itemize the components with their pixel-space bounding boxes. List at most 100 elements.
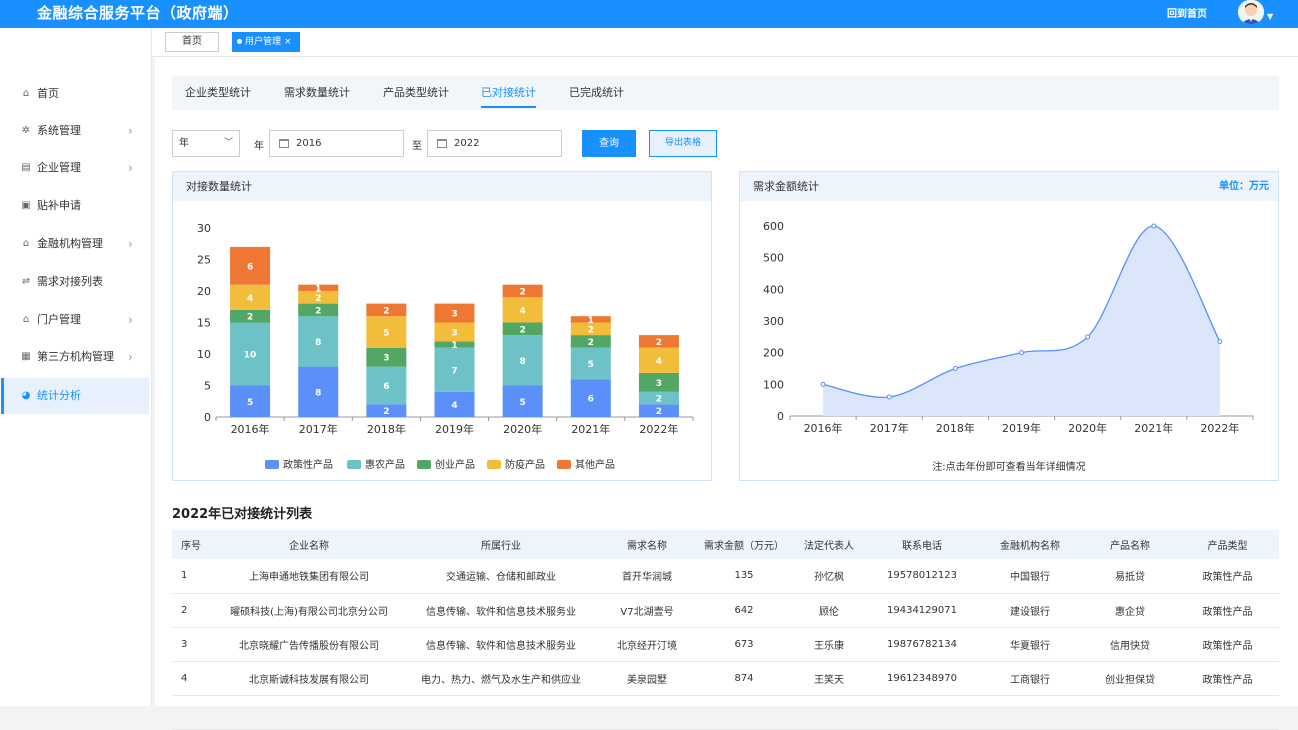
table-cell [406, 695, 596, 730]
sidebar-item-label: 需求对接列表 [37, 275, 103, 288]
table-cell: 工商银行 [976, 661, 1084, 696]
bank-icon: ⌂ [22, 238, 30, 249]
y-tick-label: 20 [197, 285, 211, 298]
calendar-icon [437, 139, 447, 148]
legend-item[interactable]: 防疫产品 [487, 456, 545, 471]
sidebar-item[interactable]: ⌂ 门户管理 › [4, 302, 152, 338]
avatar[interactable] [1238, 0, 1264, 24]
data-point [1019, 350, 1024, 356]
data-label: 4 [247, 294, 253, 304]
tab-demand-count[interactable]: 需求数量统计 [284, 76, 350, 110]
legend-item[interactable]: 惠农产品 [347, 456, 405, 471]
table-cell: 电力、热力、燃气及水生产和供应业 [406, 661, 596, 696]
sidebar-item-label: 统计分析 [37, 389, 81, 402]
table-cell: 王笑天 [790, 661, 868, 696]
legend-swatch [347, 460, 361, 469]
data-label: 8 [315, 388, 321, 398]
legend-label: 创业产品 [435, 460, 475, 471]
chevron-down-icon: ﹀ [223, 138, 233, 148]
y-tick-label: 600 [763, 220, 784, 233]
legend-swatch [487, 460, 501, 469]
start-year-input[interactable]: 2016 [269, 130, 404, 157]
column-header: 需求名称 [596, 530, 698, 559]
table-cell: 上海申通地铁集团有限公司 [212, 559, 406, 594]
y-tick-label: 100 [763, 378, 784, 391]
tab-home[interactable]: 首页 [165, 32, 219, 52]
data-label: 8 [315, 338, 321, 348]
sidebar-item[interactable]: ▦ 第三方机构管理 › [4, 339, 152, 375]
tab-completed[interactable]: 已完成统计 [569, 76, 624, 110]
end-year-input[interactable]: 2022 [427, 130, 562, 157]
grid-icon: ▦ [21, 351, 31, 362]
export-button[interactable]: 导出表格 [649, 130, 717, 157]
panel-title: 需求金额统计 [740, 172, 1278, 201]
unit-label: 单位：万元 [1219, 181, 1269, 192]
sidebar-item[interactable]: ▣ 贴补申请 [4, 188, 152, 224]
y-tick-label: 30 [197, 222, 211, 235]
end-year-value: 2022 [454, 138, 480, 149]
tab-enterprise-type[interactable]: 企业类型统计 [185, 76, 251, 110]
query-button[interactable]: 查询 [582, 130, 636, 157]
column-header: 需求金额（万元） [698, 530, 790, 559]
table-cell: 中国银行 [976, 559, 1084, 594]
table-row[interactable]: 3 北京晓耀广告传播股份有限公司 信息传输、软件和信息技术服务业 北京经开汀境 673 王… [172, 627, 1279, 662]
sidebar-item-label: 金融机构管理 [37, 237, 103, 250]
connection-count-panel: 对接数量统计 0 5 10 15 20 25 30 2016年 5 10 2 4 6 2017年 8 8 2 2 1… [172, 171, 712, 481]
data-label: 2 [656, 338, 662, 348]
sidebar-item[interactable]: ⌂ 首页 [4, 76, 152, 112]
close-icon[interactable]: × [284, 37, 292, 47]
sidebar-item[interactable]: ◕ 统计分析 [1, 378, 149, 414]
data-label: 1 [451, 341, 457, 351]
legend-item[interactable]: 其他产品 [557, 456, 615, 471]
legend-swatch [557, 460, 571, 469]
table-row[interactable]: 4 北京斯诚科技发展有限公司 电力、热力、燃气及水生产和供应业 美泉园墅 874 王笑天 1… [172, 661, 1279, 696]
column-header: 产品类型 [1176, 530, 1279, 559]
data-label: 2 [588, 338, 594, 348]
sidebar-item-label: 系统管理 [37, 124, 81, 137]
legend-item[interactable]: 创业产品 [417, 456, 475, 471]
sidebar-item[interactable]: ⇌ 需求对接列表 [4, 264, 152, 300]
table-row[interactable]: 1 上海申通地铁集团有限公司 交通运输、仓储和邮政业 首开华润城 135 孙忆枫 19578… [172, 559, 1279, 594]
data-label: 3 [451, 310, 457, 320]
swap-icon: ⇌ [21, 276, 31, 287]
x-tick-label: 2022年 [1200, 421, 1239, 435]
app-title: 金融综合服务平台（政府端） [37, 4, 239, 22]
home-link[interactable]: 回到首页 [1167, 5, 1207, 20]
table-cell: 19434129071 [868, 593, 976, 628]
data-label: 3 [383, 354, 389, 364]
chevron-right-icon: › [128, 313, 133, 327]
sidebar-item[interactable]: ⌂ 金融机构管理 › [4, 226, 152, 262]
sidebar-item[interactable]: ✲ 系统管理 › [4, 113, 152, 149]
data-label: 5 [520, 398, 526, 408]
table-cell [698, 695, 790, 730]
table-cell: 政策性产品 [1176, 559, 1279, 594]
tab-product-type[interactable]: 产品类型统计 [383, 76, 449, 110]
sidebar-item[interactable]: ▤ 企业管理 › [4, 150, 152, 186]
tab-connected[interactable]: 已对接统计 [481, 76, 536, 110]
table-cell [596, 695, 698, 730]
x-tick-label: 2019年 [1002, 421, 1041, 435]
legend-label: 政策性产品 [283, 460, 333, 471]
table-row[interactable]: 2 曜硕科技(上海)有限公司北京分公司 信息传输、软件和信息技术服务业 V7北湖壹号 6… [172, 593, 1279, 628]
area-fill [823, 225, 1220, 416]
period-select[interactable]: 年 ﹀ [172, 130, 240, 157]
card-icon: ▣ [21, 200, 31, 211]
x-tick-label: 2019年 [435, 422, 474, 436]
data-label: 2 [315, 306, 321, 316]
legend-label: 惠农产品 [365, 460, 405, 471]
tab-user-management[interactable]: 用户管理 × [232, 32, 300, 52]
table-cell: 政策性产品 [1176, 661, 1279, 696]
legend-swatch [265, 460, 279, 469]
table-title: 2022年已对接统计列表 [172, 507, 313, 522]
table-cell: 易抵贷 [1084, 559, 1176, 594]
legend-item[interactable]: 政策性产品 [265, 456, 333, 471]
data-label: 6 [247, 262, 253, 272]
data-label: 1 [315, 284, 321, 294]
table-row[interactable] [172, 695, 1279, 730]
data-label: 6 [588, 395, 594, 405]
data-label: 2 [656, 407, 662, 417]
chevron-down-icon[interactable]: ▼ [1267, 12, 1273, 21]
home-icon: ⌂ [22, 88, 30, 99]
y-tick-label: 0 [204, 411, 211, 424]
data-point [1151, 223, 1157, 229]
